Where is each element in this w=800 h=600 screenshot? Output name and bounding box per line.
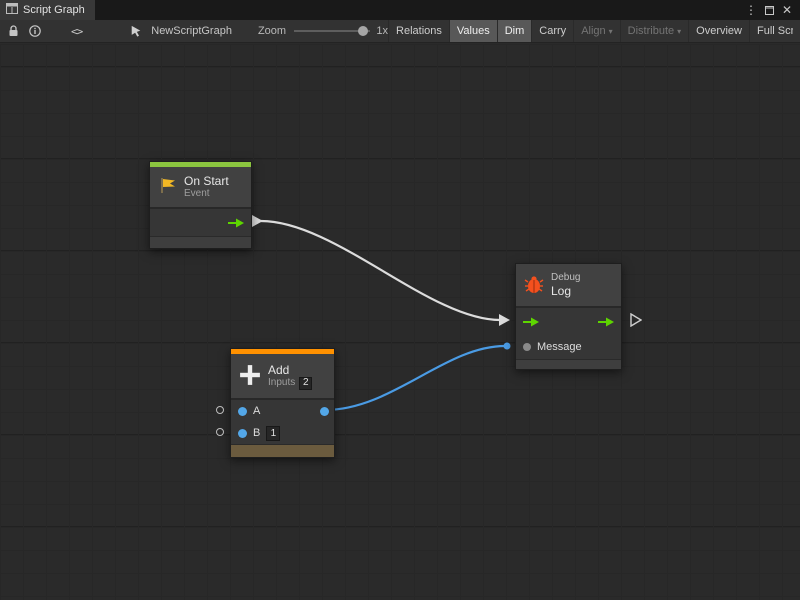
code-icon[interactable]: <>	[66, 20, 87, 42]
maximize-icon[interactable]	[761, 1, 777, 19]
message-input-port[interactable]	[523, 343, 531, 351]
connection-add-to-log-message[interactable]	[325, 343, 511, 411]
zoom-value: 1x	[376, 25, 388, 37]
add-title: Add	[268, 363, 312, 377]
on-start-title: On Start	[184, 174, 229, 188]
bug-icon	[524, 274, 544, 297]
debug-log-flow-row	[516, 308, 621, 335]
port-b-input[interactable]	[238, 429, 247, 438]
port-b-proxy-circle	[216, 428, 224, 436]
graph-window-icon	[6, 3, 18, 17]
debug-log-header[interactable]: Debug Log	[516, 264, 621, 306]
flow-input-port[interactable]	[523, 317, 539, 327]
on-start-header[interactable]: On Start Event	[150, 167, 251, 207]
run-indicator-triangle	[630, 313, 642, 332]
add-subtitle: Inputs 2	[268, 377, 312, 390]
on-start-footer	[150, 236, 251, 248]
zoom-label: Zoom	[258, 25, 286, 37]
tab-script-graph[interactable]: Script Graph	[0, 0, 95, 20]
add-port-row-b: B 1	[231, 422, 334, 444]
values-button[interactable]: Values	[449, 20, 497, 42]
lock-icon[interactable]	[3, 20, 24, 42]
close-icon[interactable]: ✕	[779, 1, 795, 19]
chevron-down-icon: ▾	[677, 27, 681, 36]
debug-log-message-row: Message	[516, 335, 621, 359]
dim-button[interactable]: Dim	[497, 20, 532, 42]
port-b-value-field[interactable]: 1	[266, 426, 280, 441]
graph-name: NewScriptGraph	[151, 25, 232, 37]
connection-onstart-to-log[interactable]	[252, 215, 510, 326]
overview-button[interactable]: Overview	[688, 20, 749, 42]
tab-title: Script Graph	[23, 4, 85, 16]
wires-layer	[0, 44, 800, 600]
node-debug-log[interactable]: Debug Log Message	[515, 263, 622, 370]
add-port-row-a: A	[231, 400, 334, 422]
relations-button[interactable]: Relations	[388, 20, 449, 42]
window-controls: ⋮ ✕	[743, 0, 800, 20]
zoom-slider-handle[interactable]	[358, 26, 368, 36]
flow-output-port[interactable]	[228, 218, 244, 228]
flag-icon	[158, 176, 177, 198]
add-inputs-label: Inputs	[268, 377, 295, 389]
flow-output-port[interactable]	[598, 317, 614, 327]
port-a-proxy-circle	[216, 406, 224, 414]
chevron-down-icon: ▾	[609, 27, 613, 36]
port-a-label: A	[253, 405, 260, 417]
graph-asset-icon	[125, 20, 147, 42]
full-screen-button[interactable]: Full Screen	[749, 20, 800, 42]
kebab-menu-icon[interactable]: ⋮	[743, 1, 759, 19]
toolbar: <> NewScriptGraph Zoom 1x Relations Valu…	[0, 20, 800, 43]
info-icon[interactable]	[24, 20, 46, 42]
plus-icon	[239, 364, 261, 389]
on-start-subtitle: Event	[184, 188, 229, 200]
port-a-input[interactable]	[238, 407, 247, 416]
add-inputs-count-field[interactable]: 2	[299, 377, 312, 390]
graph-canvas[interactable]: On Start Event	[0, 44, 800, 600]
toolbar-button-group: Relations Values Dim Carry Align▾ Distri…	[388, 20, 800, 42]
message-port-label: Message	[537, 341, 582, 353]
node-add[interactable]: Add Inputs 2 A B 1	[230, 348, 335, 458]
align-dropdown: Align▾	[573, 20, 619, 42]
distribute-dropdown: Distribute▾	[620, 20, 688, 42]
port-b-label: B	[253, 427, 260, 439]
script-graph-window: Script Graph ⋮ ✕ <> NewScriptGraph Zoom …	[0, 0, 800, 600]
debug-log-footer	[516, 359, 621, 369]
zoom-slider[interactable]	[294, 26, 370, 36]
on-start-port-row	[150, 209, 251, 236]
debug-log-eyebrow: Debug	[551, 272, 580, 284]
sum-output-port[interactable]	[320, 407, 329, 416]
add-header[interactable]: Add Inputs 2	[231, 354, 334, 398]
debug-log-title: Log	[551, 284, 580, 298]
node-on-start[interactable]: On Start Event	[149, 161, 252, 249]
add-footer	[231, 444, 334, 457]
carry-button[interactable]: Carry	[531, 20, 573, 42]
titlebar: Script Graph ⋮ ✕	[0, 0, 800, 20]
